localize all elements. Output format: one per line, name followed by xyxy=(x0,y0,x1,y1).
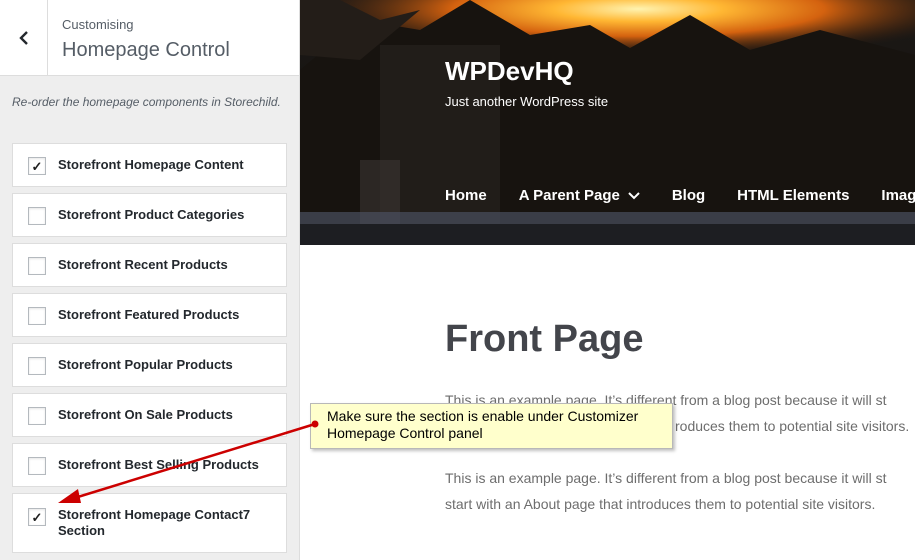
nav-item-images[interactable]: Imag xyxy=(881,187,915,204)
checkbox[interactable] xyxy=(28,257,46,275)
breadcrumb: Customising xyxy=(62,17,134,32)
checkbox[interactable] xyxy=(28,407,46,425)
site-title[interactable]: WPDevHQ xyxy=(445,56,574,87)
paragraph-line: roduces them to potential site visitors. xyxy=(675,418,910,434)
component-item[interactable]: ✓ Storefront Homepage Content xyxy=(12,143,287,187)
component-item[interactable]: Storefront Recent Products xyxy=(12,243,287,287)
nav-label: Imag xyxy=(881,187,915,204)
panel-title: Homepage Control xyxy=(62,39,230,61)
checkbox[interactable]: ✓ xyxy=(28,157,46,175)
panel-header: Customising Homepage Control xyxy=(0,0,299,76)
component-label: Storefront Recent Products xyxy=(58,257,228,272)
checkbox[interactable] xyxy=(28,357,46,375)
nav-item-blog[interactable]: Blog xyxy=(672,187,705,204)
paragraph-line: start with an About page that introduces… xyxy=(445,496,876,512)
component-label: Storefront Homepage Contact7 Section xyxy=(58,507,251,538)
nav-label: A Parent Page xyxy=(518,187,620,204)
site-preview: WPDevHQ Just another WordPress site Home… xyxy=(300,0,915,560)
site-tagline: Just another WordPress site xyxy=(445,94,609,109)
component-item[interactable]: Storefront Product Categories xyxy=(12,193,287,237)
panel-description: Re-order the homepage components in Stor… xyxy=(12,95,281,109)
nav-item-home[interactable]: Home xyxy=(445,187,487,204)
nav-label: Home xyxy=(445,187,487,204)
callout-line: Make sure the section is enable under Cu… xyxy=(327,408,639,424)
component-item[interactable]: Storefront Best Selling Products xyxy=(12,443,287,487)
chevron-down-icon xyxy=(628,191,640,199)
checkbox[interactable] xyxy=(28,207,46,225)
header-image: WPDevHQ Just another WordPress site Home… xyxy=(300,0,915,245)
component-item[interactable]: Storefront Popular Products xyxy=(12,343,287,387)
checkbox[interactable] xyxy=(28,457,46,475)
nav-item-html-elements[interactable]: HTML Elements xyxy=(737,187,849,204)
checkmark-icon: ✓ xyxy=(31,509,43,525)
nav-item-parent-page[interactable]: A Parent Page xyxy=(519,187,640,204)
nav-label: Blog xyxy=(671,187,706,204)
chevron-left-icon xyxy=(18,31,28,45)
component-item[interactable]: Storefront Featured Products xyxy=(12,293,287,337)
component-label: Storefront Popular Products xyxy=(58,357,233,372)
component-label: Storefront Best Selling Products xyxy=(58,457,259,472)
component-label: Storefront Product Categories xyxy=(58,207,245,222)
component-label: Storefront On Sale Products xyxy=(58,407,233,422)
component-list: ✓ Storefront Homepage Content Storefront… xyxy=(12,143,287,559)
component-item[interactable]: ✓ Storefront Homepage Contact7 Section xyxy=(12,493,287,553)
back-button[interactable] xyxy=(0,0,48,76)
primary-nav: Home A Parent Page Blog HTML Elements Im… xyxy=(445,187,915,204)
checkbox[interactable]: ✓ xyxy=(28,508,46,526)
panel-heading: Customising Homepage Control xyxy=(62,17,230,63)
annotation-callout: Make sure the section is enable under Cu… xyxy=(310,403,673,449)
component-item[interactable]: Storefront On Sale Products xyxy=(12,393,287,437)
checkmark-icon: ✓ xyxy=(31,158,43,174)
component-label: Storefront Homepage Content xyxy=(58,157,244,172)
callout-line: Homepage Control panel xyxy=(327,425,483,441)
checkbox[interactable] xyxy=(28,307,46,325)
nav-label: HTML Elements xyxy=(737,187,850,204)
paragraph-line: This is an example page. It’s different … xyxy=(445,470,887,486)
customizer-panel: Customising Homepage Control Re-order th… xyxy=(0,0,300,560)
sunset-scene xyxy=(300,0,915,245)
page-title: Front Page xyxy=(445,318,644,360)
component-label: Storefront Featured Products xyxy=(58,307,240,322)
